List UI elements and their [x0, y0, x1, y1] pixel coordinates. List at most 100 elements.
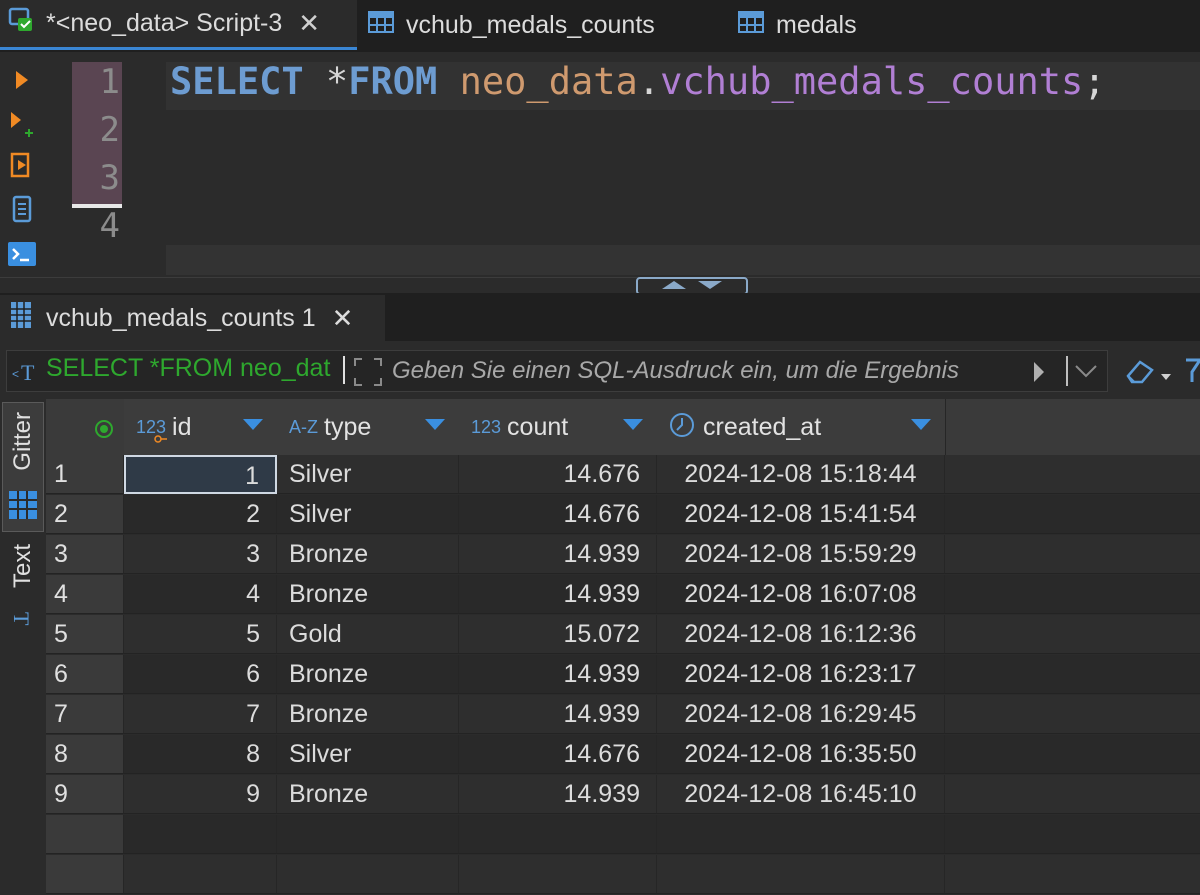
cell-id[interactable]: 2: [124, 495, 277, 534]
column-header-id[interactable]: 123 id: [124, 399, 278, 455]
table-row[interactable]: 7 7 Bronze 14.939 2024-12-08 16:29:45: [46, 695, 1200, 735]
empty-row[interactable]: [46, 855, 1200, 895]
empty-row[interactable]: [46, 815, 1200, 855]
cell-id[interactable]: 7: [124, 695, 277, 734]
row-selector-header[interactable]: [46, 399, 125, 455]
cell-type[interactable]: Bronze: [277, 695, 459, 734]
cell-id[interactable]: 3: [124, 535, 277, 574]
tab-medals[interactable]: medals: [738, 0, 857, 50]
table-row[interactable]: 1 1 Silver 14.676 2024-12-08 15:18:44: [46, 455, 1200, 495]
tab-vchub-medals-counts[interactable]: vchub_medals_counts: [368, 0, 655, 50]
cell-id[interactable]: 5: [124, 615, 277, 654]
filter-sql-text[interactable]: SELECT *FROM neo_dat: [46, 354, 338, 383]
cell-count[interactable]: 14.939: [459, 775, 657, 814]
row-number[interactable]: [46, 855, 124, 894]
table-row[interactable]: 2 2 Silver 14.676 2024-12-08 15:41:54: [46, 495, 1200, 535]
cell-created-at[interactable]: [657, 815, 945, 854]
cell-id[interactable]: [124, 815, 277, 854]
row-number[interactable]: 1: [46, 455, 124, 494]
cell-count[interactable]: 14.676: [459, 455, 657, 494]
sort-icon[interactable]: [911, 419, 931, 430]
row-number[interactable]: 6: [46, 655, 124, 694]
cell-id[interactable]: 9: [124, 775, 277, 814]
filter-history-dropdown-icon[interactable]: [1074, 364, 1098, 383]
sql-code-line[interactable]: SELECT *FROM neo_data.vchub_medals_count…: [170, 60, 1106, 103]
cell-created-at[interactable]: 2024-12-08 16:07:08: [657, 575, 945, 614]
cell-type[interactable]: Silver: [277, 455, 459, 494]
cell-id[interactable]: [124, 855, 277, 894]
row-number[interactable]: 2: [46, 495, 124, 534]
eraser-icon[interactable]: [1124, 356, 1158, 391]
sort-icon[interactable]: [425, 419, 445, 430]
cell-type[interactable]: Bronze: [277, 535, 459, 574]
cell-count[interactable]: 14.939: [459, 575, 657, 614]
cell-created-at[interactable]: 2024-12-08 15:18:44: [657, 455, 945, 494]
row-number[interactable]: 3: [46, 535, 124, 574]
text-view-label[interactable]: Text: [9, 544, 37, 588]
chevron-up-icon[interactable]: [660, 279, 688, 293]
cell-created-at[interactable]: 2024-12-08 16:12:36: [657, 615, 945, 654]
cell-type[interactable]: Bronze: [277, 575, 459, 614]
apply-filter-icon[interactable]: [1032, 360, 1046, 389]
filter-type-icon[interactable]: < T: [12, 358, 42, 389]
grid-view-icon[interactable]: [8, 490, 38, 525]
cell-type[interactable]: Bronze: [277, 655, 459, 694]
table-row[interactable]: 9 9 Bronze 14.939 2024-12-08 16:45:10: [46, 775, 1200, 815]
filter-icon[interactable]: [1186, 356, 1200, 389]
cell-id[interactable]: 4: [124, 575, 277, 614]
cell-created-at[interactable]: 2024-12-08 16:23:17: [657, 655, 945, 694]
sort-icon[interactable]: [243, 419, 263, 430]
cell-count[interactable]: [459, 815, 657, 854]
cell-created-at[interactable]: 2024-12-08 16:35:50: [657, 735, 945, 774]
cell-count[interactable]: 14.939: [459, 695, 657, 734]
cell-created-at[interactable]: 2024-12-08 16:45:10: [657, 775, 945, 814]
cell-type[interactable]: [277, 855, 459, 894]
cell-type[interactable]: [277, 815, 459, 854]
table-row[interactable]: 3 3 Bronze 14.939 2024-12-08 15:59:29: [46, 535, 1200, 575]
cell-count[interactable]: 14.676: [459, 495, 657, 534]
cell-count[interactable]: 14.939: [459, 535, 657, 574]
select-all-icon[interactable]: [94, 419, 114, 444]
terminal-icon[interactable]: [6, 238, 38, 270]
cell-created-at[interactable]: 2024-12-08 15:59:29: [657, 535, 945, 574]
cell-type[interactable]: Silver: [277, 735, 459, 774]
row-number[interactable]: 8: [46, 735, 124, 774]
cell-count[interactable]: 15.072: [459, 615, 657, 654]
chevron-down-icon[interactable]: [696, 279, 724, 293]
cell-count[interactable]: 14.676: [459, 735, 657, 774]
cell-id[interactable]: 6: [124, 655, 277, 694]
expand-icon[interactable]: [353, 357, 383, 392]
row-number[interactable]: 5: [46, 615, 124, 654]
cell-id[interactable]: 1: [124, 455, 277, 494]
cell-type[interactable]: Silver: [277, 495, 459, 534]
column-header-count[interactable]: 123 count: [459, 399, 658, 455]
tab-results-vchub-medals-counts-1[interactable]: vchub_medals_counts 1 ✕: [0, 295, 385, 341]
text-view-icon[interactable]: T: [9, 608, 34, 643]
tab-script-3[interactable]: *<neo_data> Script-3 ✕: [0, 0, 357, 50]
cell-id[interactable]: 8: [124, 735, 277, 774]
column-header-created-at[interactable]: created_at: [657, 399, 946, 455]
column-header-type[interactable]: A-Z type: [277, 399, 460, 455]
execute-statement-icon[interactable]: [6, 64, 38, 96]
panel-splitter[interactable]: [0, 277, 1200, 294]
grid-view-label[interactable]: Gitter: [9, 412, 37, 471]
row-number[interactable]: 9: [46, 775, 124, 814]
table-row[interactable]: 6 6 Bronze 14.939 2024-12-08 16:23:17: [46, 655, 1200, 695]
table-row[interactable]: 5 5 Gold 15.072 2024-12-08 16:12:36: [46, 615, 1200, 655]
close-icon[interactable]: ✕: [298, 8, 320, 39]
cell-created-at[interactable]: 2024-12-08 15:41:54: [657, 495, 945, 534]
row-number[interactable]: 4: [46, 575, 124, 614]
sort-icon[interactable]: [623, 419, 643, 430]
cell-created-at[interactable]: [657, 855, 945, 894]
cell-created-at[interactable]: 2024-12-08 16:29:45: [657, 695, 945, 734]
table-row[interactable]: 4 4 Bronze 14.939 2024-12-08 16:07:08: [46, 575, 1200, 615]
cell-type[interactable]: Gold: [277, 615, 459, 654]
close-icon[interactable]: ✕: [332, 303, 354, 334]
chevron-down-icon[interactable]: [1160, 368, 1172, 386]
cell-count[interactable]: 14.939: [459, 655, 657, 694]
row-number[interactable]: 7: [46, 695, 124, 734]
cell-count[interactable]: [459, 855, 657, 894]
filter-input[interactable]: Geben Sie einen SQL-Ausdruck ein, um die…: [392, 357, 1024, 385]
cell-type[interactable]: Bronze: [277, 775, 459, 814]
row-number[interactable]: [46, 815, 124, 854]
